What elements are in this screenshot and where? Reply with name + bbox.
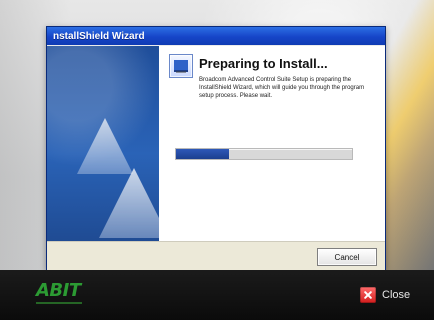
- installer-window: nstallShield Wizard Preparing to Install…: [46, 26, 386, 270]
- close-icon[interactable]: [360, 287, 376, 303]
- sail-shape-1: [77, 118, 133, 174]
- wizard-main: Preparing to Install... Broadcom Advance…: [159, 46, 385, 242]
- brand-underline: [36, 302, 82, 304]
- brand-logo: ABIT: [36, 282, 106, 308]
- window-titlebar[interactable]: nstallShield Wizard: [47, 27, 385, 45]
- sail-shape-2: [99, 168, 159, 238]
- wizard-heading: Preparing to Install...: [199, 56, 328, 71]
- wizard-footer: Cancel: [47, 241, 385, 270]
- wizard-content: Preparing to Install... Broadcom Advance…: [47, 45, 385, 242]
- brand-text: ABIT: [36, 280, 81, 301]
- progress-fill: [176, 149, 229, 159]
- window-title: nstallShield Wizard: [53, 30, 145, 42]
- progress-bar: [175, 148, 353, 160]
- close-label[interactable]: Close: [382, 289, 410, 301]
- cancel-button[interactable]: Cancel: [317, 248, 377, 266]
- wizard-description: Broadcom Advanced Control Suite Setup is…: [199, 77, 365, 99]
- close-control[interactable]: Close: [360, 284, 410, 306]
- setup-icon: [169, 54, 193, 78]
- wizard-banner: [47, 46, 159, 242]
